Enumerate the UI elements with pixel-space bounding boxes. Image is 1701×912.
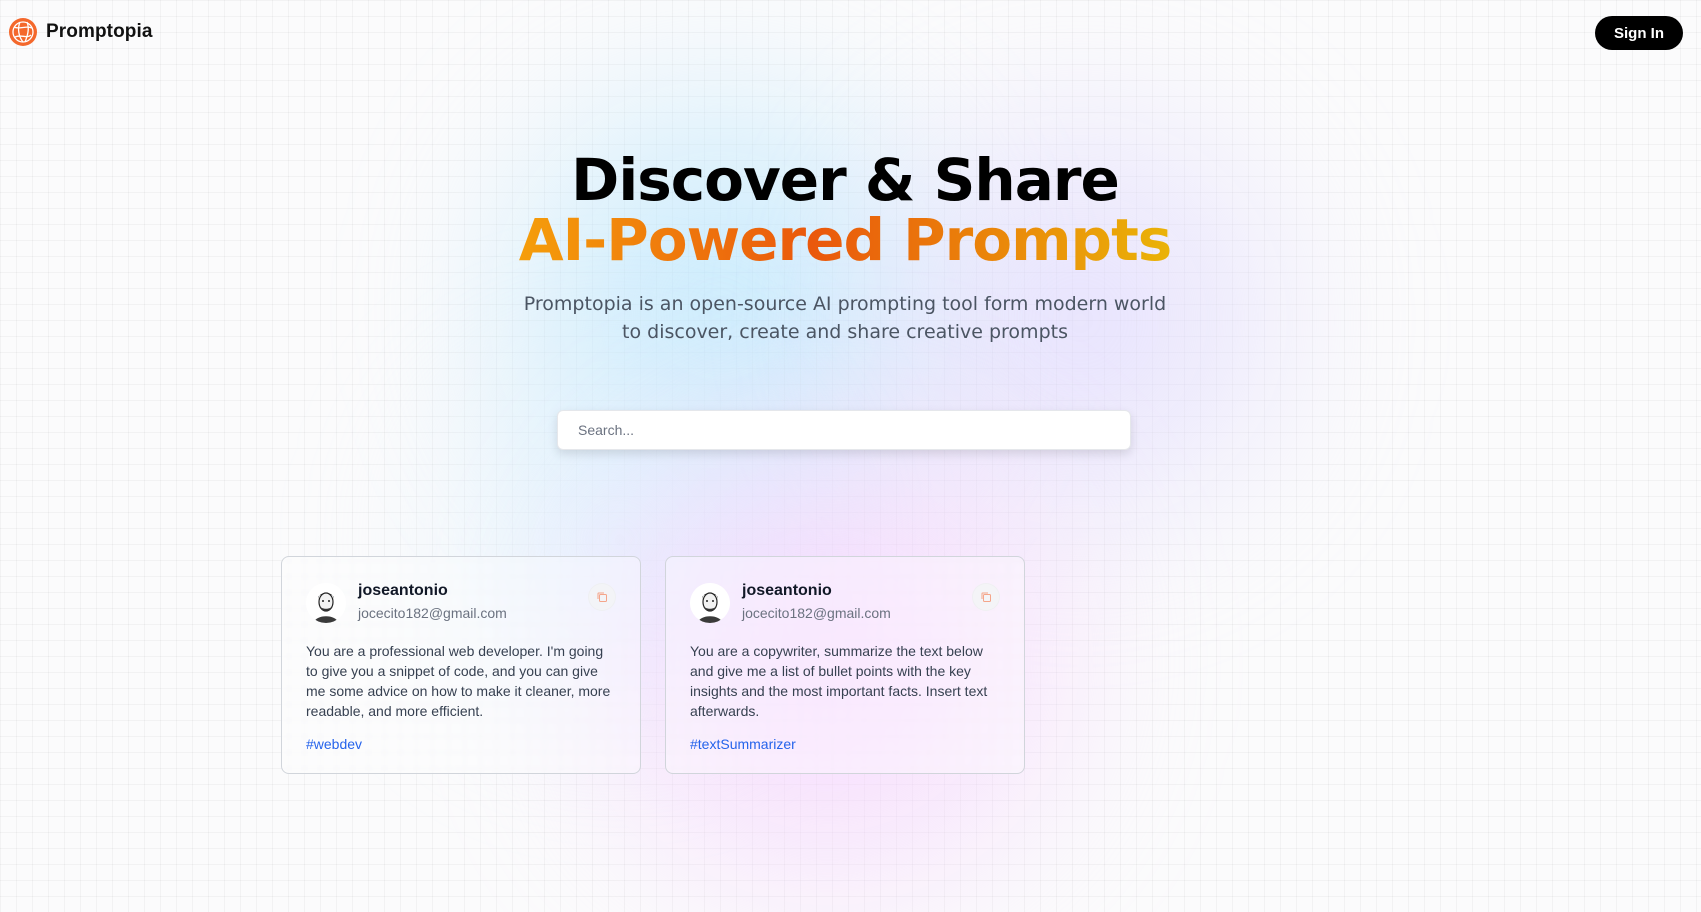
sign-in-button[interactable]: Sign In (1595, 16, 1683, 50)
user-info[interactable]: joseantonio jocecito182@gmail.com (306, 581, 507, 624)
prompt-text: You are a copywriter, summarize the text… (690, 643, 988, 719)
prompt-tag[interactable]: #webdev (306, 736, 362, 752)
user-email: jocecito182@gmail.com (742, 605, 891, 621)
hero-title: Discover & Share AI-Powered Prompts (0, 150, 1690, 270)
globe-logo-icon (9, 18, 37, 46)
prompt-card: joseantonio jocecito182@gmail.com You ar… (281, 556, 641, 774)
search-input[interactable] (557, 410, 1131, 450)
user-info[interactable]: joseantonio jocecito182@gmail.com (690, 581, 891, 624)
hero-section: Discover & Share AI-Powered Prompts Prom… (0, 150, 1690, 346)
copy-button[interactable] (588, 583, 616, 611)
hero-description: Promptopia is an open-source AI promptin… (523, 293, 1167, 343)
username: joseantonio (358, 582, 448, 599)
copy-icon (981, 592, 991, 602)
user-text: joseantonio jocecito182@gmail.com (742, 581, 891, 624)
hero-title-line2: AI-Powered Prompts (518, 206, 1173, 274)
prompt-text: You are a professional web developer. I'… (306, 643, 611, 719)
user-text: joseantonio jocecito182@gmail.com (358, 581, 507, 624)
copy-button[interactable] (972, 583, 1000, 611)
user-email: jocecito182@gmail.com (358, 605, 507, 621)
page: Promptopia Sign In Discover & Share AI-P… (0, 0, 1701, 912)
search-form (557, 410, 1131, 450)
user-avatar (690, 582, 730, 623)
user-avatar (306, 582, 346, 623)
brand-name: Promptopia (46, 21, 153, 42)
prompt-tag[interactable]: #textSummarizer (690, 736, 796, 752)
prompt-card: joseantonio jocecito182@gmail.com You ar… (665, 556, 1025, 774)
copy-icon (597, 592, 607, 602)
username: joseantonio (742, 582, 832, 599)
card-header: joseantonio jocecito182@gmail.com (306, 581, 616, 624)
hero-title-line1: Discover & Share (571, 146, 1120, 214)
card-header: joseantonio jocecito182@gmail.com (690, 581, 1000, 624)
brand-link[interactable]: Promptopia (8, 17, 153, 47)
